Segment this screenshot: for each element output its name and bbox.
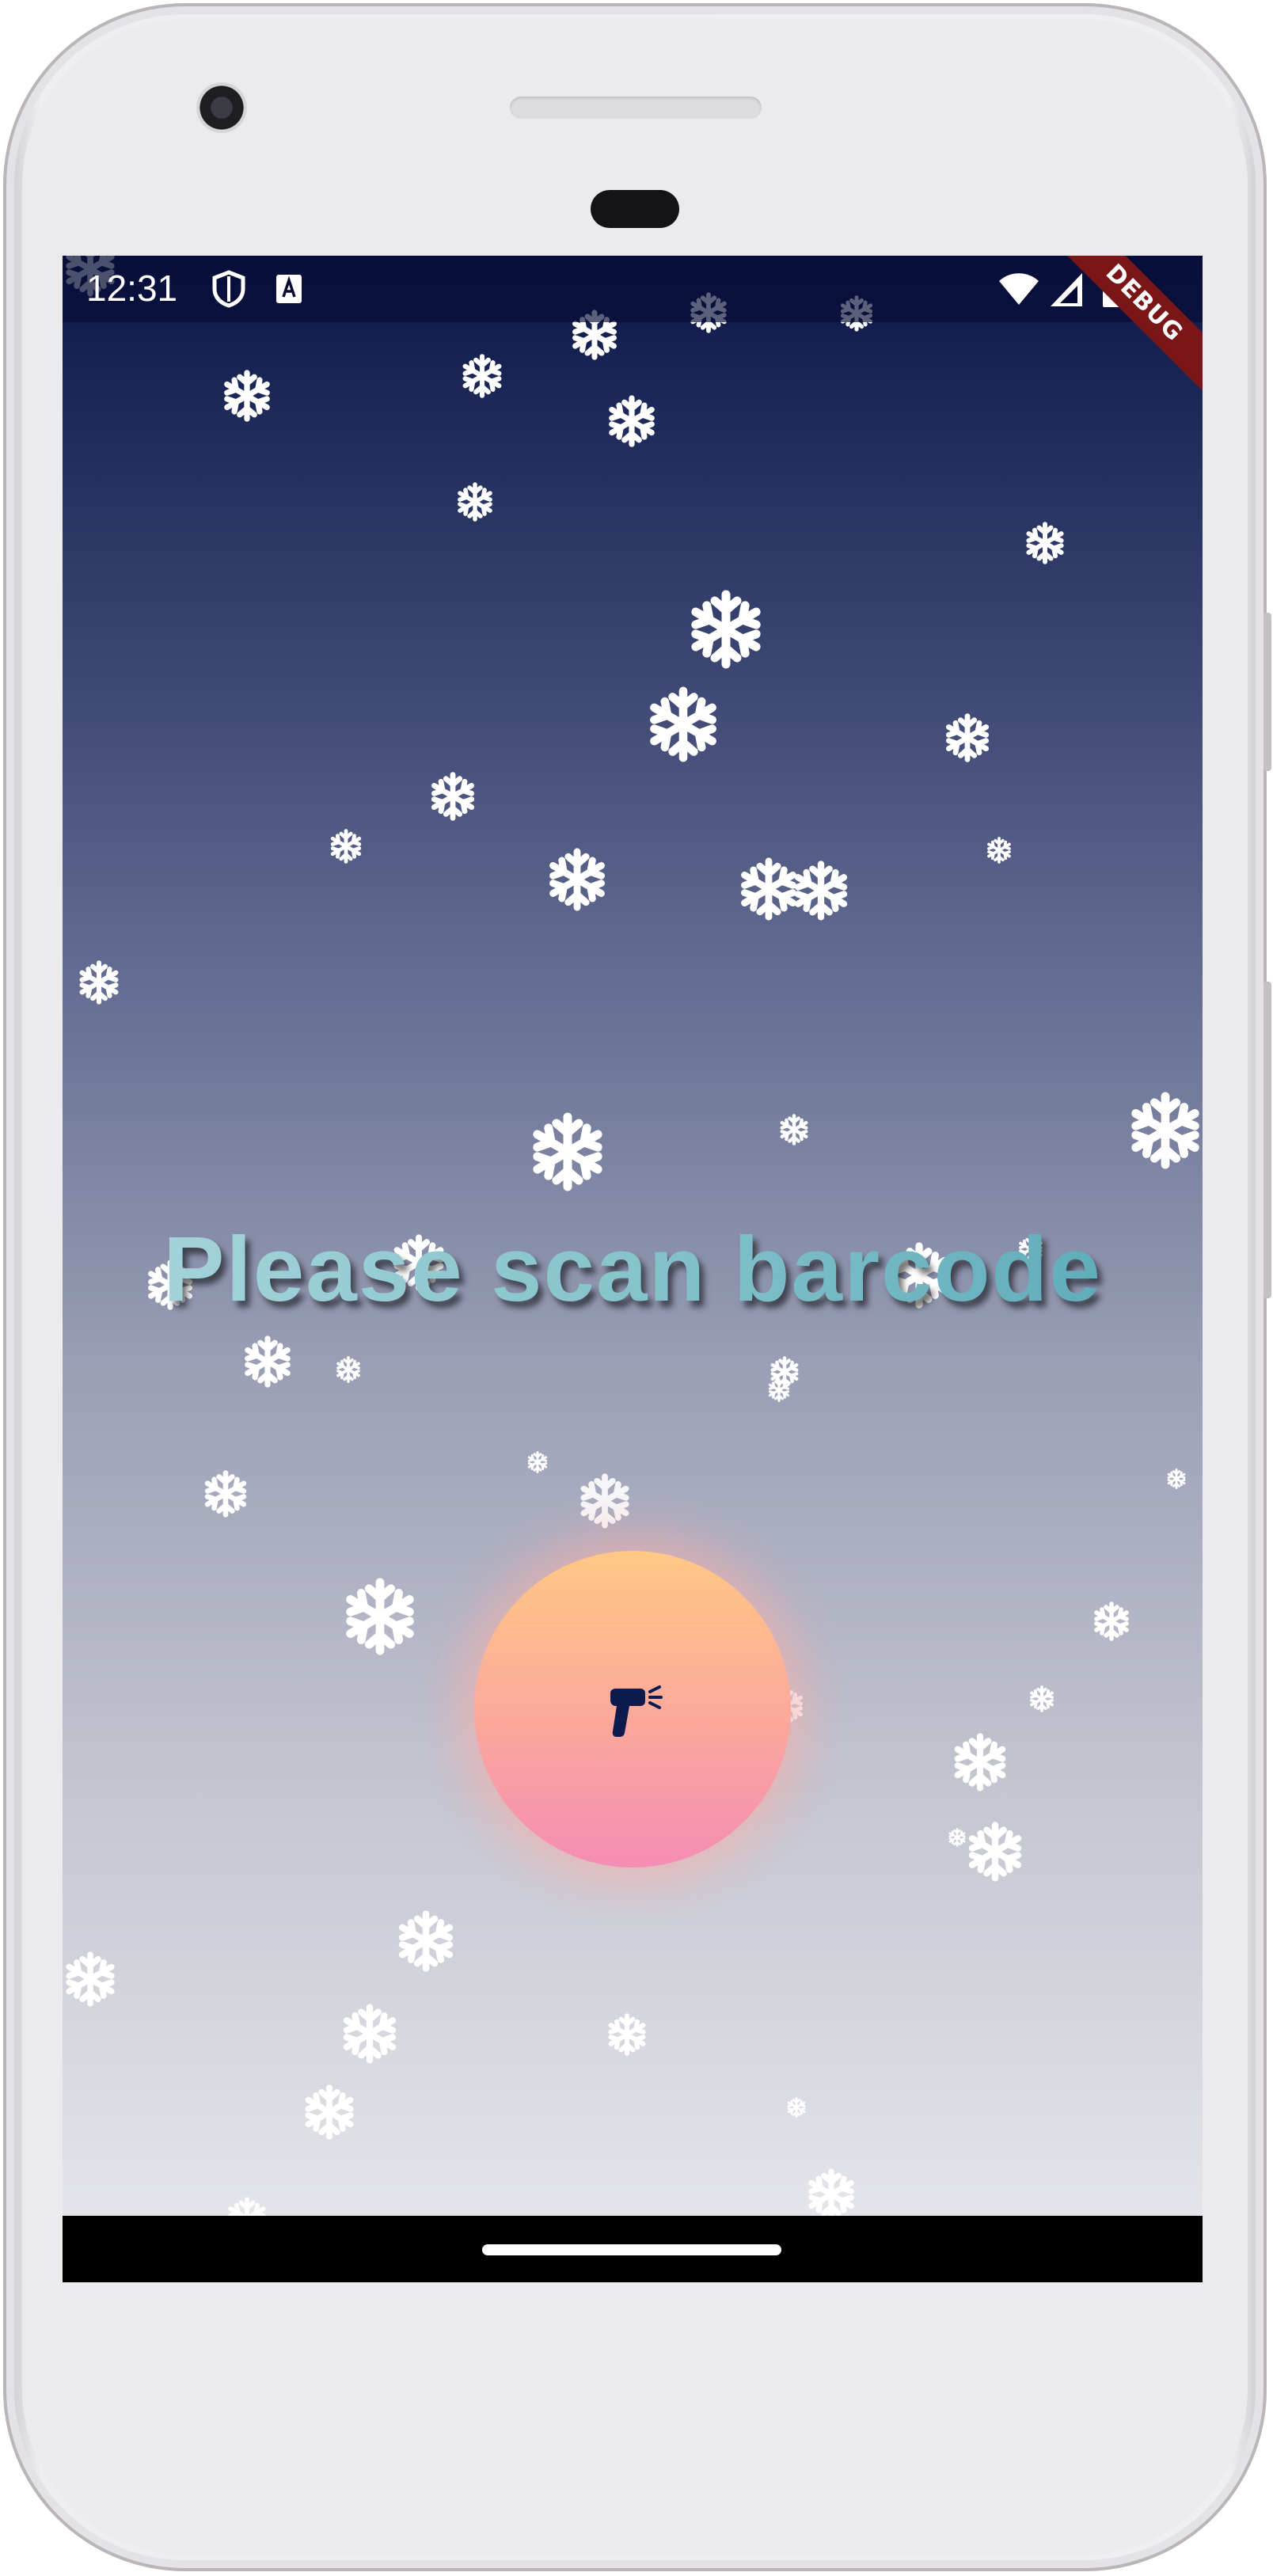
snowflake-icon bbox=[329, 829, 363, 864]
status-time: 12:31 bbox=[86, 268, 178, 309]
status-bar: 12:31 DEBUG bbox=[63, 256, 1203, 408]
snowflake-icon bbox=[786, 2097, 807, 2118]
volume-button bbox=[1264, 982, 1271, 1298]
snowflake-icon bbox=[791, 861, 851, 921]
snowflake-icon bbox=[221, 370, 273, 422]
shield-icon bbox=[211, 270, 246, 317]
snowflake-icon bbox=[428, 772, 477, 821]
proximity-sensor bbox=[591, 190, 679, 228]
snowflake-icon bbox=[241, 1335, 294, 1388]
snowflake-icon bbox=[63, 1951, 118, 2007]
snowflake-icon bbox=[335, 1356, 362, 1383]
snowflake-icon bbox=[340, 2004, 400, 2064]
snowflake-icon bbox=[545, 848, 609, 911]
snowflake-icon bbox=[606, 395, 658, 447]
snowflake-icon bbox=[943, 713, 992, 762]
navigation-bar bbox=[63, 2216, 1203, 2282]
snowflake-icon bbox=[1127, 1092, 1203, 1169]
snowflake-icon bbox=[202, 1470, 249, 1518]
snowflake-icon bbox=[778, 1114, 810, 1146]
snowflake-icon bbox=[1024, 522, 1066, 564]
scan-barcode-button[interactable] bbox=[474, 1551, 791, 1867]
front-camera bbox=[196, 82, 247, 133]
snowflake-icon bbox=[948, 1828, 967, 1847]
snowflake-icon bbox=[455, 482, 495, 522]
snowflake-icon bbox=[1166, 1468, 1187, 1489]
snowflake-icon bbox=[1028, 1685, 1055, 1712]
snowflake-icon bbox=[341, 1578, 419, 1655]
wifi-icon bbox=[998, 272, 1039, 315]
page-title: Please scan barcode bbox=[63, 1214, 1203, 1324]
snowflake-icon bbox=[686, 590, 766, 669]
snowflake-icon bbox=[805, 2168, 857, 2221]
snowflake-icon bbox=[1092, 1601, 1131, 1641]
snowflake-icon bbox=[767, 1378, 791, 1402]
snowflake-icon bbox=[645, 686, 721, 762]
snowflake-icon bbox=[965, 1822, 1025, 1882]
barcode-scanner-icon bbox=[606, 1682, 666, 1742]
home-gesture-handle[interactable] bbox=[482, 2244, 781, 2255]
snowflake-icon bbox=[528, 1112, 607, 1191]
signal-icon bbox=[1049, 272, 1084, 317]
power-button bbox=[1264, 613, 1271, 771]
snowflake-icon bbox=[986, 837, 1013, 864]
snowflake-icon bbox=[951, 1733, 1009, 1791]
a-notification-icon bbox=[275, 273, 303, 313]
snowflake-icon bbox=[77, 960, 121, 1005]
snowflake-icon bbox=[302, 2084, 357, 2140]
app-screen: 12:31 DEBUG Please scan barcode bbox=[63, 256, 1203, 2282]
earpiece-speaker bbox=[510, 97, 762, 119]
snowflake-icon bbox=[606, 2013, 648, 2056]
snowflake-icon bbox=[460, 354, 504, 398]
snowflake-icon bbox=[526, 1451, 549, 1473]
snowflake-icon bbox=[395, 1910, 457, 1972]
